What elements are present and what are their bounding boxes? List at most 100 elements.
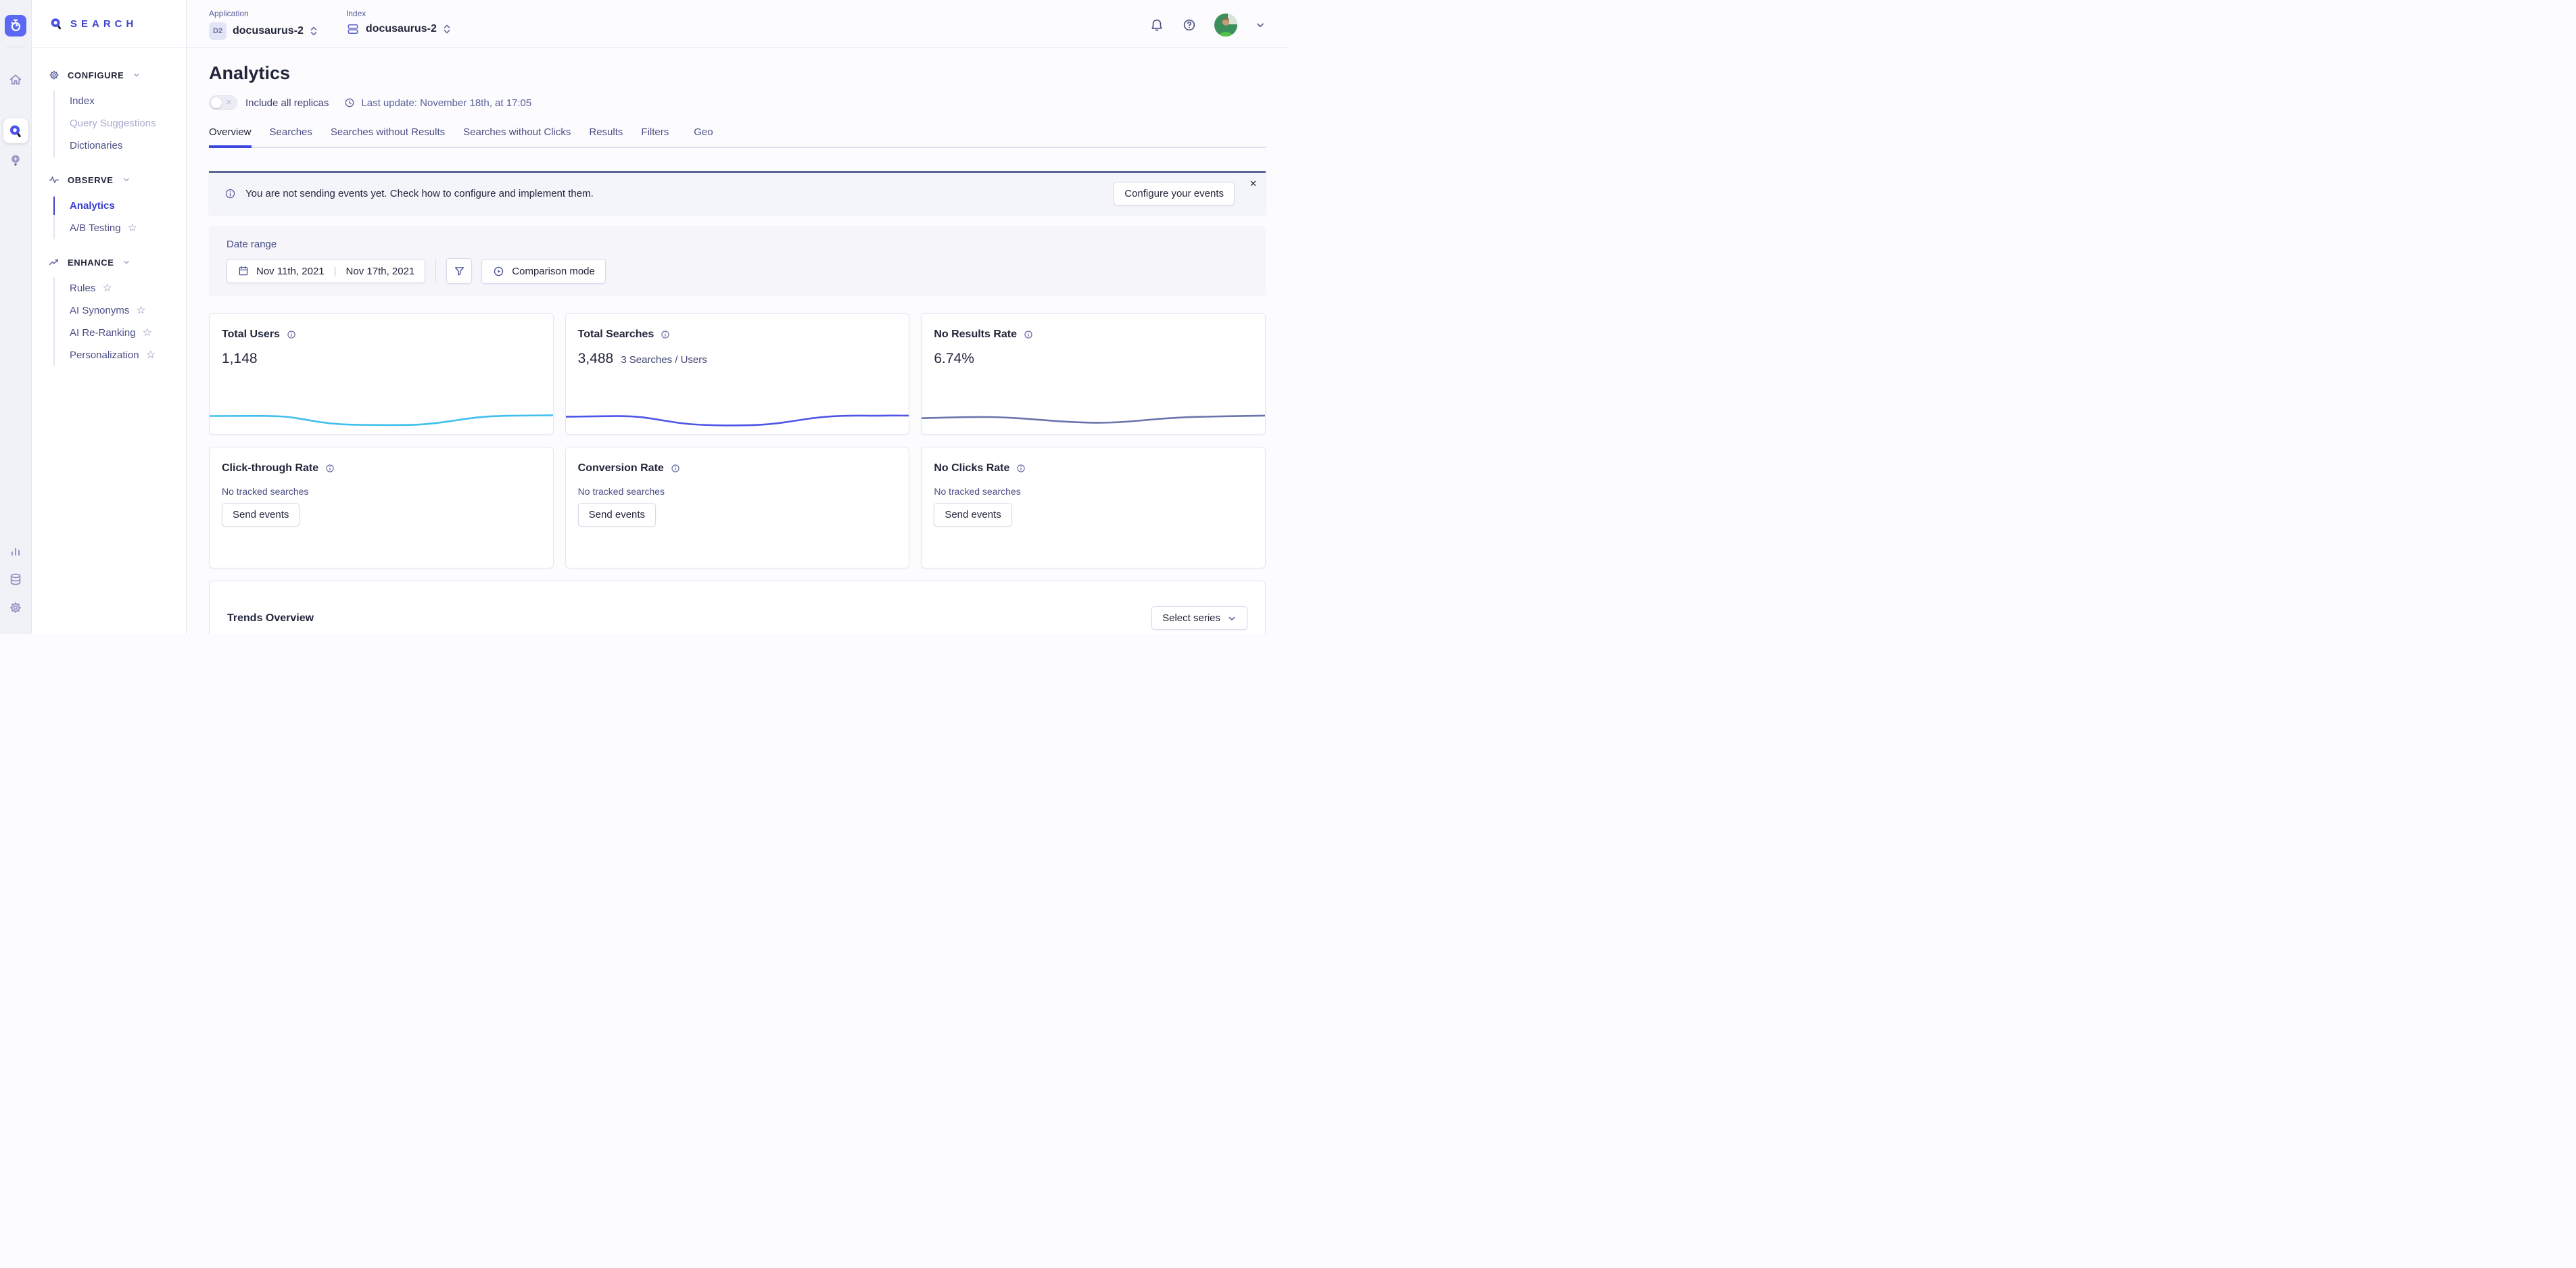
sidebar-item-ai-synonyms[interactable]: AI Synonyms ☆ — [55, 299, 186, 322]
rail-search-button[interactable] — [3, 118, 28, 143]
analytics-page: Analytics ✕ Include all replicas Last up… — [187, 48, 1288, 634]
user-avatar[interactable] — [1214, 14, 1237, 36]
rail-settings-button[interactable] — [8, 600, 23, 615]
info-icon[interactable] — [1016, 463, 1026, 474]
sidebar-header-configure[interactable]: CONFIGURE — [48, 67, 186, 83]
help-button[interactable] — [1182, 18, 1197, 32]
index-selector: Index docusaurus-2 — [346, 9, 451, 47]
card-title: No Results Rate — [934, 328, 1017, 341]
section-label: ENHANCE — [68, 258, 114, 268]
sidebar-item-personalization[interactable]: Personalization ☆ — [55, 344, 186, 366]
notifications-button[interactable] — [1149, 18, 1164, 32]
sidebar-item-ai-reranking[interactable]: AI Re-Ranking ☆ — [55, 322, 186, 344]
date-separator: | — [331, 266, 339, 277]
sidebar-header-observe[interactable]: OBSERVE — [48, 172, 186, 188]
info-icon — [224, 187, 237, 200]
sidebar-item-analytics[interactable]: Analytics — [55, 195, 186, 217]
main-area: Application D2 docusaurus-2 Index docu — [187, 0, 1288, 634]
sidebar-item-label: Query Suggestions — [70, 118, 156, 129]
rail-timer-button[interactable] — [5, 15, 26, 36]
search-logo: SEARCH — [32, 0, 186, 48]
sidebar-section-configure: CONFIGURE Index Query Suggestions Dictio… — [48, 67, 186, 157]
sidebar-nav: CONFIGURE Index Query Suggestions Dictio… — [32, 48, 186, 366]
rail-home-button[interactable] — [8, 72, 23, 87]
rail-data-button[interactable] — [8, 572, 23, 587]
chevron-down-icon — [122, 176, 130, 184]
card-value: 1,148 — [222, 351, 258, 367]
rail-recommend-button[interactable] — [8, 153, 23, 168]
sidebar-item-rules[interactable]: Rules ☆ — [55, 277, 186, 299]
sidebar-item-label: Dictionaries — [70, 140, 122, 151]
topbar-actions — [1149, 9, 1266, 47]
no-tracked-searches-text: No tracked searches — [934, 486, 1253, 497]
no-results-rate-sparkline — [922, 409, 1265, 428]
include-replicas-toggle[interactable]: ✕ — [209, 95, 237, 110]
tab-searches-without-clicks[interactable]: Searches without Clicks — [463, 126, 571, 148]
include-replicas-label: Include all replicas — [245, 97, 329, 109]
clock-icon — [343, 97, 356, 109]
logo-text: SEARCH — [70, 18, 137, 30]
rail-monitoring-button[interactable] — [8, 543, 23, 558]
favorite-star-icon[interactable]: ☆ — [146, 350, 156, 361]
tab-overview[interactable]: Overview — [209, 126, 252, 148]
card-title: Click-through Rate — [222, 462, 318, 474]
metric-cards-row-1: Total Users 1,148 — [209, 313, 1266, 435]
controls-divider — [435, 260, 436, 283]
stopwatch-icon — [8, 18, 23, 33]
favorite-star-icon[interactable]: ☆ — [143, 328, 152, 339]
chevron-down-icon — [1227, 614, 1237, 623]
application-selector: Application D2 docusaurus-2 — [209, 9, 318, 47]
info-icon[interactable] — [325, 463, 335, 474]
banner-close-icon[interactable]: ✕ — [1249, 178, 1257, 189]
sidebar-item-dictionaries[interactable]: Dictionaries — [55, 135, 186, 157]
favorite-star-icon[interactable]: ☆ — [136, 306, 145, 316]
toggle-knob — [211, 97, 222, 108]
chevron-down-icon — [122, 258, 130, 266]
send-events-button[interactable]: Send events — [934, 503, 1011, 527]
sidebar-header-enhance[interactable]: ENHANCE — [48, 254, 186, 270]
date-range-button[interactable]: Nov 11th, 2021 | Nov 17th, 2021 — [226, 259, 425, 283]
configure-events-button[interactable]: Configure your events — [1114, 182, 1235, 205]
no-tracked-searches-text: No tracked searches — [578, 486, 897, 497]
date-start: Nov 11th, 2021 — [256, 266, 325, 277]
info-icon[interactable] — [670, 463, 681, 474]
bar-chart-icon — [8, 543, 23, 558]
comparison-mode-button[interactable]: Comparison mode — [481, 259, 606, 284]
tab-filters[interactable]: Filters — [641, 126, 669, 148]
banner-message: You are not sending events yet. Check ho… — [245, 188, 594, 199]
info-icon[interactable] — [1023, 329, 1034, 340]
sidebar-item-query-suggestions[interactable]: Query Suggestions — [55, 112, 186, 135]
card-value: 3,488 — [578, 351, 614, 367]
filter-button[interactable] — [446, 258, 472, 284]
trend-up-icon — [48, 256, 60, 268]
info-icon[interactable] — [660, 329, 671, 340]
sidebar: SEARCH CONFIGURE — [32, 0, 187, 634]
application-value: docusaurus-2 — [233, 25, 304, 37]
last-update-text: Last update: November 18th, at 17:05 — [361, 97, 531, 109]
tab-results[interactable]: Results — [589, 126, 623, 148]
application-dropdown[interactable]: D2 docusaurus-2 — [209, 22, 318, 40]
send-events-button[interactable]: Send events — [222, 503, 300, 527]
account-menu-chevron-icon[interactable] — [1255, 20, 1266, 30]
card-conversion-rate: Conversion Rate No tracked searches Send… — [565, 447, 910, 568]
sidebar-item-label: Personalization — [70, 349, 139, 361]
select-series-button[interactable]: Select series — [1151, 606, 1247, 630]
tab-geo[interactable]: Geo — [694, 126, 713, 148]
sidebar-item-label: Index — [70, 95, 95, 107]
tab-searches[interactable]: Searches — [270, 126, 312, 148]
send-events-button[interactable]: Send events — [578, 503, 656, 527]
bell-icon — [1149, 18, 1164, 32]
favorite-star-icon[interactable]: ☆ — [102, 283, 112, 294]
card-total-users: Total Users 1,148 — [209, 313, 554, 435]
calendar-icon — [237, 265, 249, 277]
sidebar-item-index[interactable]: Index — [55, 90, 186, 112]
search-pin-icon — [7, 123, 24, 139]
index-dropdown[interactable]: docusaurus-2 — [346, 22, 451, 36]
tab-searches-without-results[interactable]: Searches without Results — [331, 126, 445, 148]
play-circle-icon — [492, 265, 505, 278]
favorite-star-icon[interactable]: ☆ — [128, 223, 137, 234]
date-end: Nov 17th, 2021 — [346, 266, 415, 277]
sidebar-item-ab-testing[interactable]: A/B Testing ☆ — [55, 217, 186, 239]
info-icon[interactable] — [286, 329, 297, 340]
lightbulb-flash-icon — [8, 153, 23, 168]
